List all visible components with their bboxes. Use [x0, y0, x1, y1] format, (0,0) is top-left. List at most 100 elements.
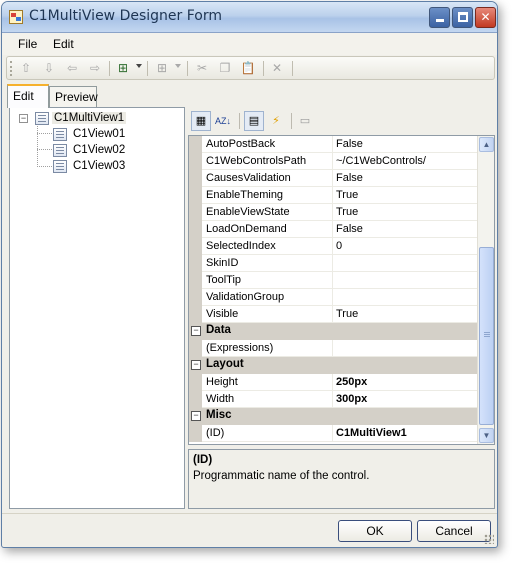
property-name: ValidationGroup — [206, 291, 285, 303]
alphabetical-icon[interactable]: AZ↓ — [213, 111, 233, 131]
close-button[interactable]: ✕ — [475, 7, 496, 28]
scroll-thumb[interactable] — [479, 247, 494, 425]
cancel-button[interactable]: Cancel — [417, 520, 491, 542]
tree-node-view[interactable]: C1View01 — [10, 127, 180, 143]
property-row[interactable]: CausesValidation False — [189, 170, 478, 187]
toolbar-separator — [292, 61, 293, 76]
property-row[interactable]: (Expressions) — [189, 340, 478, 357]
property-row[interactable]: SelectedIndex 0 — [189, 238, 478, 255]
add-view-dropdown-icon[interactable] — [136, 64, 142, 68]
property-row[interactable]: AutoPostBack False — [189, 136, 478, 153]
property-row[interactable]: EnableViewState True — [189, 204, 478, 221]
menu-file[interactable]: File — [18, 37, 37, 51]
toolbar-separator — [187, 61, 188, 76]
property-row[interactable]: ValidationGroup — [189, 289, 478, 306]
property-column-divider[interactable] — [332, 136, 333, 153]
events-icon[interactable]: ⚡ — [266, 111, 286, 131]
property-column-divider[interactable] — [332, 425, 333, 442]
ok-button[interactable]: OK — [338, 520, 412, 542]
category-row[interactable]: − Layout — [189, 357, 478, 374]
paste-icon[interactable]: 📋 — [240, 60, 256, 76]
resize-grip[interactable] — [484, 534, 494, 544]
view-icon — [53, 144, 67, 157]
property-column-divider[interactable] — [332, 187, 333, 204]
properties-icon[interactable]: ▤ — [244, 111, 264, 131]
tab-edit[interactable]: Edit — [7, 84, 49, 108]
scroll-up-icon[interactable]: ▲ — [479, 137, 494, 152]
property-column-divider[interactable] — [332, 272, 333, 289]
property-value[interactable]: C1MultiView1 — [336, 427, 407, 439]
property-column-divider[interactable] — [332, 255, 333, 272]
property-value[interactable]: ~/C1WebControls/ — [336, 155, 426, 167]
minimize-button[interactable] — [429, 7, 450, 28]
main-toolbar: ⇧ ⇩ ⇦ ⇨ ⊞ ⊞ ✂ ❐ 📋 ✕ — [6, 56, 495, 80]
property-gutter — [189, 204, 202, 221]
collapse-icon[interactable]: − — [191, 326, 201, 336]
property-row[interactable]: (ID) C1MultiView1 — [189, 425, 478, 442]
collapse-icon[interactable]: − — [191, 360, 201, 370]
property-row[interactable]: ToolTip — [189, 272, 478, 289]
property-row[interactable]: Width 300px — [189, 391, 478, 408]
property-column-divider[interactable] — [332, 204, 333, 221]
property-column-divider[interactable] — [332, 153, 333, 170]
collapse-icon[interactable]: − — [191, 411, 201, 421]
dialog-divider — [2, 513, 497, 514]
property-grid-scrollbar[interactable]: ▲ ▼ — [477, 136, 494, 444]
maximize-button[interactable] — [452, 7, 473, 28]
property-value[interactable]: 250px — [336, 376, 367, 388]
property-column-divider[interactable] — [332, 238, 333, 255]
scroll-down-icon[interactable]: ▼ — [479, 428, 494, 443]
close-icon: ✕ — [480, 10, 491, 24]
description-title: (ID) — [193, 454, 213, 466]
toolbar-grip[interactable] — [10, 61, 13, 76]
property-column-divider[interactable] — [332, 340, 333, 357]
property-column-divider[interactable] — [332, 391, 333, 408]
category-row[interactable]: − Data — [189, 323, 478, 340]
property-value[interactable]: False — [336, 138, 363, 150]
property-gutter — [189, 425, 202, 442]
property-column-divider[interactable] — [332, 289, 333, 306]
add-view-icon[interactable]: ⊞ — [115, 60, 131, 76]
property-gutter — [189, 289, 202, 306]
categorized-icon[interactable]: ▦ — [191, 111, 211, 131]
property-column-divider[interactable] — [332, 306, 333, 323]
tree-node-root[interactable]: − C1MultiView1 — [10, 111, 180, 127]
property-column-divider[interactable] — [332, 170, 333, 187]
title-bar[interactable]: C1MultiView Designer Form ✕ — [2, 2, 497, 33]
property-value[interactable]: False — [336, 172, 363, 184]
property-value[interactable]: True — [336, 308, 358, 320]
property-column-divider[interactable] — [332, 221, 333, 238]
tab-preview[interactable]: Preview — [49, 86, 98, 108]
move-left-icon[interactable]: ⇦ — [64, 60, 80, 76]
property-gutter — [189, 306, 202, 323]
property-row[interactable]: SkinID — [189, 255, 478, 272]
move-down-icon[interactable]: ⇩ — [41, 60, 57, 76]
tree-node-view[interactable]: C1View02 — [10, 143, 180, 159]
property-value[interactable]: False — [336, 223, 363, 235]
insert-view-icon[interactable]: ⊞ — [154, 60, 170, 76]
property-gutter — [189, 255, 202, 272]
property-row[interactable]: LoadOnDemand False — [189, 221, 478, 238]
copy-icon[interactable]: ❐ — [217, 60, 233, 76]
property-value[interactable]: 300px — [336, 393, 367, 405]
property-pages-icon[interactable]: ▭ — [295, 111, 315, 131]
property-value[interactable]: 0 — [336, 240, 342, 252]
cut-icon[interactable]: ✂ — [194, 60, 210, 76]
property-row[interactable]: EnableTheming True — [189, 187, 478, 204]
property-row[interactable]: C1WebControlsPath ~/C1WebControls/ — [189, 153, 478, 170]
property-column-divider[interactable] — [332, 374, 333, 391]
property-row[interactable]: Visible True — [189, 306, 478, 323]
category-label: Layout — [206, 358, 244, 370]
property-name: SelectedIndex — [206, 240, 276, 252]
property-value[interactable]: True — [336, 206, 358, 218]
delete-icon[interactable]: ✕ — [269, 60, 285, 76]
move-right-icon[interactable]: ⇨ — [87, 60, 103, 76]
menu-edit[interactable]: Edit — [53, 37, 74, 51]
property-value[interactable]: True — [336, 189, 358, 201]
collapse-icon[interactable]: − — [19, 114, 28, 123]
move-up-icon[interactable]: ⇧ — [18, 60, 34, 76]
tree-node-view[interactable]: C1View03 — [10, 159, 180, 175]
property-row[interactable]: Height 250px — [189, 374, 478, 391]
insert-view-dropdown-icon[interactable] — [175, 64, 181, 68]
category-row[interactable]: − Misc — [189, 408, 478, 425]
